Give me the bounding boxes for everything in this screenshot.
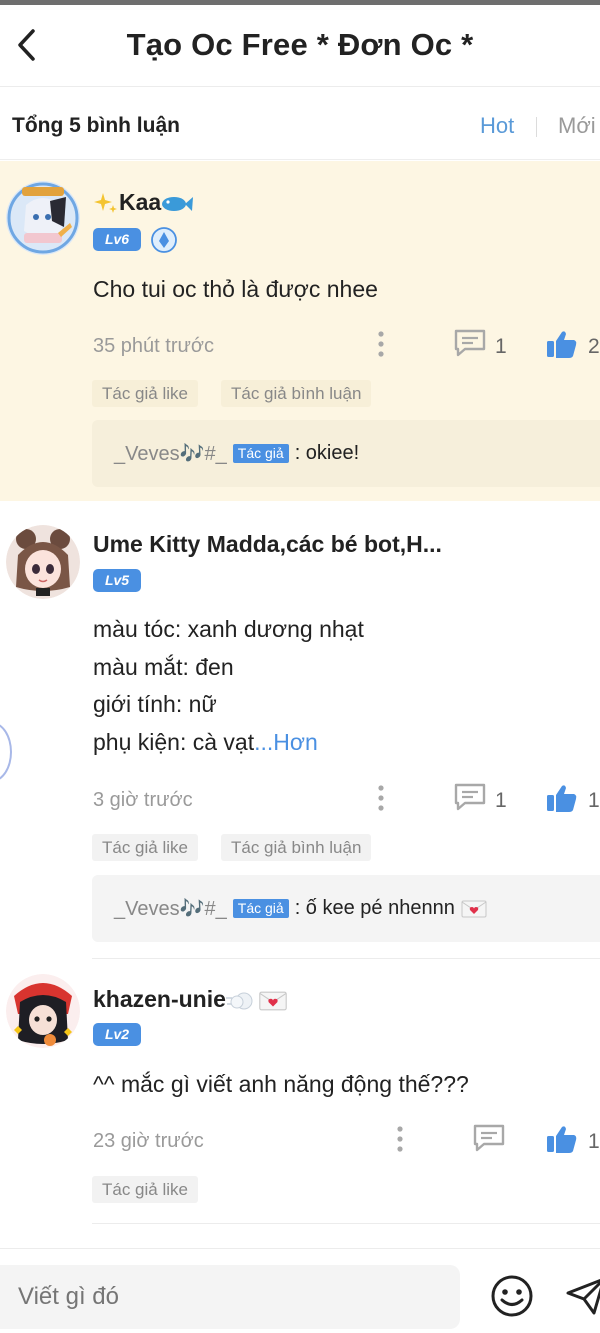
reply-count: 1 bbox=[495, 335, 507, 358]
author-reply-tag: Tác giả bình luận bbox=[221, 834, 372, 861]
author-like-tag: Tác giả like bbox=[92, 380, 198, 407]
author-like-tag: Tác giả like bbox=[92, 1176, 198, 1203]
comment-item: Ume Kitty Madda,các bé bot,H... Lv5 màu … bbox=[0, 503, 600, 959]
comment-item: Kaa Lv6 Cho tui oc thỏ là được nhee 35 p… bbox=[0, 161, 600, 501]
vertical-dots-icon[interactable] bbox=[371, 783, 391, 813]
show-more-link[interactable]: ...Hơn bbox=[254, 729, 318, 755]
avatar[interactable] bbox=[6, 181, 80, 255]
comment-time: 3 giờ trước bbox=[93, 789, 193, 811]
comment-text: Cho tui oc thỏ là được nhee bbox=[93, 276, 378, 302]
author-badge: Tác giả bbox=[232, 899, 289, 918]
comment-text: ^^ mắc gì viết anh năng động thế??? bbox=[93, 1071, 469, 1097]
sort-divider bbox=[536, 117, 537, 137]
comment-total: Tổng 5 bình luận bbox=[12, 114, 180, 137]
avatar[interactable] bbox=[6, 525, 80, 599]
sort-new-tab[interactable]: Mới bbox=[558, 113, 596, 139]
verified-badge-icon bbox=[151, 227, 177, 253]
thumbs-up-icon[interactable] bbox=[546, 1124, 578, 1154]
author-reply[interactable]: _Veves🎶#_ Tác giả : okiee! bbox=[92, 420, 600, 487]
comment-input[interactable] bbox=[0, 1265, 460, 1329]
comment-divider bbox=[92, 958, 600, 959]
page-title: Tạo Oc Free * Đơn Oc * bbox=[126, 27, 474, 62]
header: Tạo Oc Free * Đơn Oc * bbox=[0, 5, 600, 87]
commenter-name[interactable]: Ume Kitty Madda,các bé bot,H... bbox=[93, 531, 442, 558]
reply-text: : ố kee pé nhennn bbox=[294, 897, 455, 919]
dash-cloud-icon bbox=[225, 992, 253, 1010]
comment-time: 23 giờ trước bbox=[93, 1130, 204, 1152]
reply-count: 1 bbox=[495, 789, 507, 812]
comment-text: màu tóc: xanh dương nhạt màu mắt: đen gi… bbox=[93, 616, 364, 755]
reply-user: _Veves🎶#_ bbox=[114, 898, 227, 920]
author-like-tag: Tác giả like bbox=[92, 834, 198, 861]
smiley-icon[interactable] bbox=[490, 1274, 534, 1318]
like-count: 2 bbox=[588, 335, 600, 358]
love-letter-icon bbox=[461, 900, 487, 917]
paper-plane-icon[interactable] bbox=[564, 1275, 600, 1317]
comment-item: khazen-unie Lv2 ^^ mắc gì viết anh năng … bbox=[0, 960, 600, 1245]
sort-hot-tab[interactable]: Hot bbox=[480, 113, 514, 139]
fish-icon bbox=[162, 196, 194, 211]
level-badge: Lv6 bbox=[93, 228, 141, 251]
like-count: 1 bbox=[588, 789, 600, 812]
level-badge: Lv2 bbox=[93, 1023, 141, 1046]
comment-composer bbox=[0, 1248, 600, 1333]
level-badge: Lv5 bbox=[93, 569, 141, 592]
vertical-dots-icon[interactable] bbox=[371, 329, 391, 359]
author-reply-tag: Tác giả bình luận bbox=[221, 380, 372, 407]
sparkles-icon bbox=[94, 192, 117, 213]
reply-user: _Veves🎶#_ bbox=[114, 443, 227, 465]
comments-sortbar: Tổng 5 bình luận Hot Mới bbox=[0, 88, 600, 160]
thumbs-up-icon[interactable] bbox=[546, 329, 578, 359]
author-reply[interactable]: _Veves🎶#_ Tác giả : ố kee pé nhennn bbox=[92, 875, 600, 942]
like-count: 1 bbox=[588, 1130, 600, 1153]
thumbs-up-icon[interactable] bbox=[546, 783, 578, 813]
author-badge: Tác giả bbox=[232, 444, 289, 463]
vertical-dots-icon[interactable] bbox=[390, 1124, 410, 1154]
speech-bubble-icon[interactable] bbox=[472, 1123, 506, 1153]
reply-text: : okiee! bbox=[294, 442, 360, 464]
speech-bubble-icon[interactable] bbox=[453, 782, 487, 812]
comment-time: 35 phút trước bbox=[93, 335, 215, 357]
chevron-left-icon bbox=[18, 29, 35, 61]
comment-divider bbox=[92, 1223, 600, 1224]
commenter-name[interactable]: khazen-unie bbox=[93, 986, 288, 1013]
back-button[interactable] bbox=[8, 25, 44, 65]
love-letter-icon bbox=[259, 991, 287, 1011]
avatar[interactable] bbox=[6, 974, 80, 1048]
speech-bubble-icon[interactable] bbox=[453, 328, 487, 358]
commenter-name[interactable]: Kaa bbox=[93, 189, 194, 217]
